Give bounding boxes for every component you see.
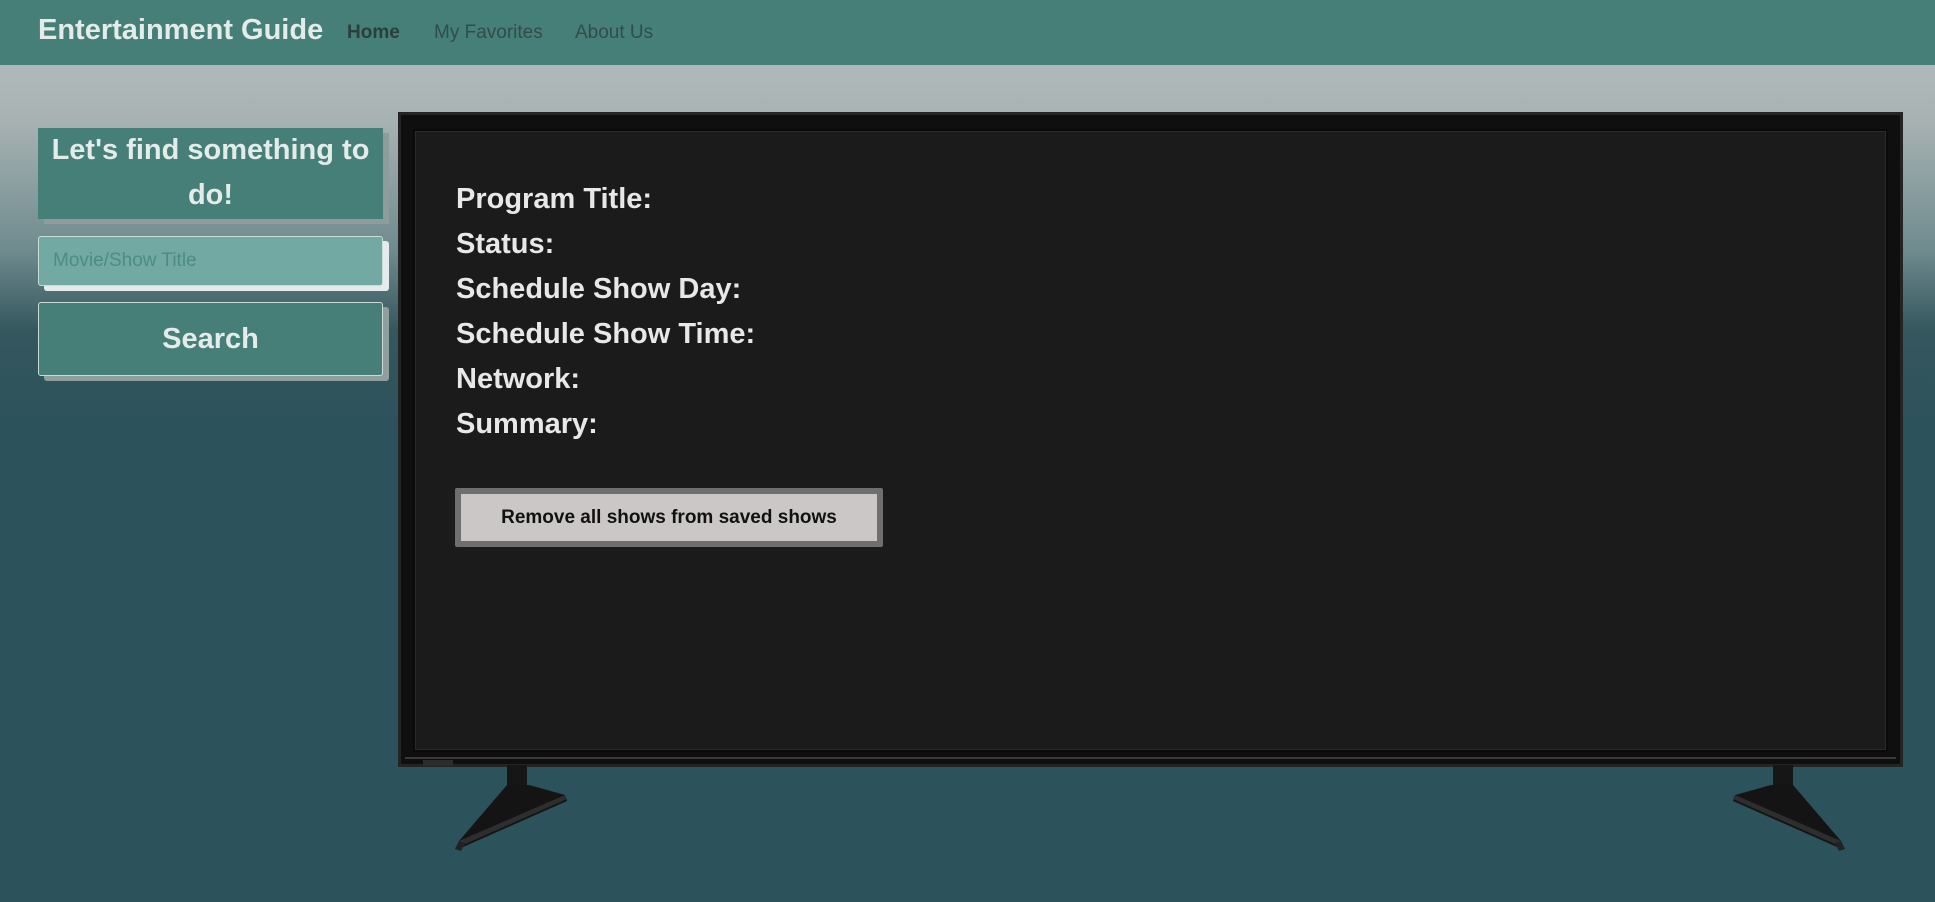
nav-link-home[interactable]: Home xyxy=(347,22,400,44)
tv-stand-right-icon xyxy=(1733,765,1845,851)
show-details: Program Title: Status: Schedule Show Day… xyxy=(456,177,755,447)
schedule-day-label: Schedule Show Day: xyxy=(456,273,742,305)
tv-screen: Program Title: Status: Schedule Show Day… xyxy=(413,129,1888,752)
summary-label: Summary: xyxy=(456,408,598,440)
search-input[interactable] xyxy=(38,236,383,286)
search-heading: Let's find something to do! xyxy=(38,128,383,219)
nav-link-about-us[interactable]: About Us xyxy=(575,22,653,44)
schedule-time-label: Schedule Show Time: xyxy=(456,318,756,350)
navbar: Entertainment Guide Home My Favorites Ab… xyxy=(0,0,1935,65)
brand-title[interactable]: Entertainment Guide xyxy=(38,14,323,47)
search-button[interactable]: Search xyxy=(38,302,383,376)
status-label: Status: xyxy=(456,228,555,260)
tv-bezel-edge xyxy=(405,757,1896,759)
network-label: Network: xyxy=(456,363,581,395)
nav-link-my-favorites[interactable]: My Favorites xyxy=(434,22,543,44)
remove-all-shows-button[interactable]: Remove all shows from saved shows xyxy=(455,488,883,547)
program-title-label: Program Title: xyxy=(456,183,653,215)
tv-sensor xyxy=(423,760,453,766)
tv-display: Program Title: Status: Schedule Show Day… xyxy=(398,112,1903,767)
tv-stand-left-icon xyxy=(455,765,567,851)
